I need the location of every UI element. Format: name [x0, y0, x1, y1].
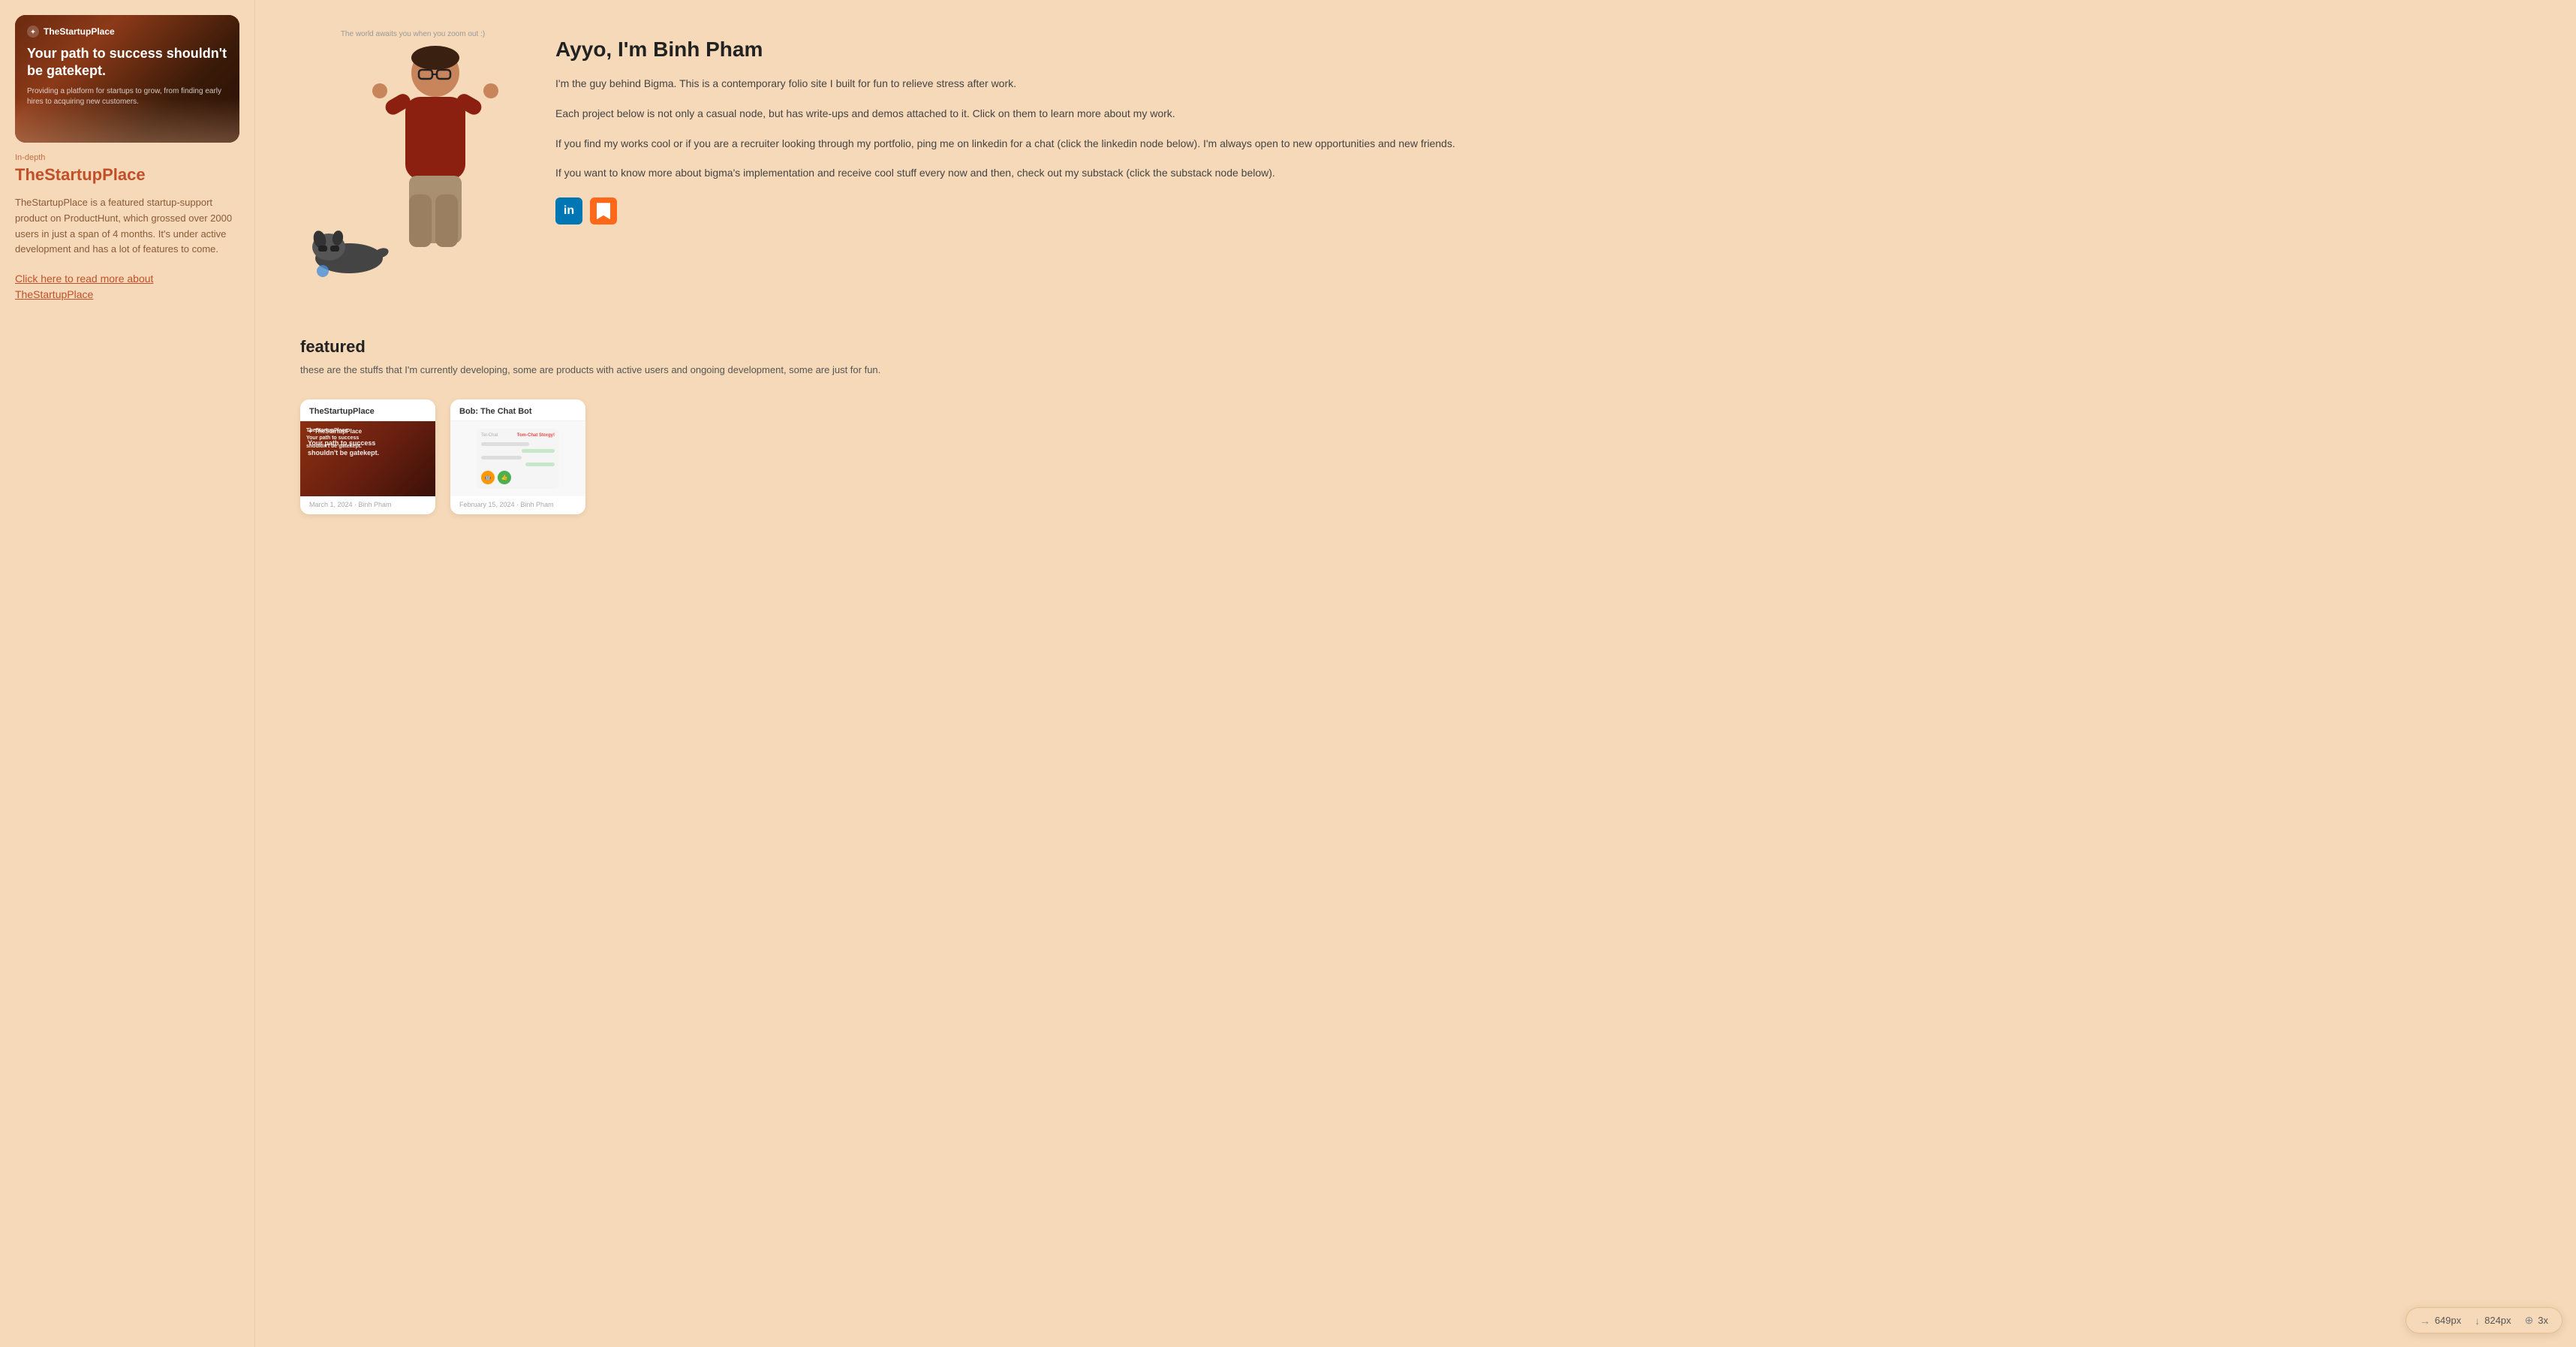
status-y-coordinate: ↓ 824px [2475, 1315, 2511, 1327]
person-figure [368, 44, 503, 270]
hero-text: Ayyo, I'm Binh Pham I'm the guy behind B… [555, 30, 2531, 225]
y-value: 824px [2484, 1315, 2511, 1326]
featured-card-image-bot: Tel-Chat Tom-Chat Storgy! 🤖 👍 [450, 421, 585, 496]
featured-card-meta-1: March 1, 2024 · Binh Pham [300, 496, 435, 514]
x-value: 649px [2435, 1315, 2461, 1326]
substack-icon[interactable] [590, 197, 617, 225]
sidebar-project-title: TheStartupPlace [15, 165, 239, 185]
scene-caption: The world awaits you when you zoom out :… [300, 30, 525, 38]
social-icons: in [555, 197, 2531, 225]
sidebar-featured-card[interactable]: ✦ TheStartupPlace Your path to success s… [15, 15, 239, 143]
zoom-value: 3x [2538, 1315, 2548, 1326]
sidebar-read-more-text[interactable]: Click here to read more about TheStartup… [15, 273, 153, 300]
featured-card-thestartupplace[interactable]: TheStartupPlace ✦ TheStartupPlace Your p… [300, 399, 435, 514]
sidebar-badge: In-depth [15, 153, 239, 162]
sidebar: ✦ TheStartupPlace Your path to success s… [0, 0, 255, 1347]
sidebar-card-logo: ✦ TheStartupPlace [27, 26, 227, 38]
hero-section: The world awaits you when you zoom out :… [300, 30, 2531, 300]
status-zoom: ⊕ 3x [2525, 1314, 2548, 1327]
status-x-coordinate: → 649px [2420, 1315, 2461, 1327]
sidebar-read-more-link[interactable]: Click here to read more about TheStartup… [15, 271, 239, 303]
sidebar-description: TheStartupPlace is a featured startup-su… [15, 195, 239, 258]
sidebar-read-more-link-text[interactable]: TheStartupPlace [15, 288, 93, 300]
status-bar: → 649px ↓ 824px ⊕ 3x [2406, 1307, 2562, 1333]
featured-description: these are the stuffs that I'm currently … [300, 363, 2531, 378]
featured-section: featured these are the stuffs that I'm c… [300, 337, 2531, 514]
featured-card-bob-chatbot[interactable]: Bob: The Chat Bot Tel-Chat Tom-Chat Stor… [450, 399, 585, 514]
arrow-right-icon: → [2420, 1315, 2430, 1327]
linkedin-icon[interactable]: in [555, 197, 582, 225]
main-content: The world awaits you when you zoom out :… [255, 0, 2576, 1347]
sidebar-read-more-prefix: Click here to read more about [15, 273, 153, 285]
featured-card-meta-2: February 15, 2024 · Binh Pham [450, 496, 585, 514]
featured-card-label-1: TheStartupPlace [300, 399, 435, 421]
arrow-down-icon: ↓ [2475, 1315, 2480, 1327]
hero-image-placeholder [300, 44, 503, 300]
zoom-icon: ⊕ [2525, 1314, 2534, 1327]
startup-place-logo-icon: ✦ [27, 26, 39, 38]
hero-paragraph-4: If you want to know more about bigma's i… [555, 164, 2531, 182]
hero-image-area: The world awaits you when you zoom out :… [300, 30, 525, 300]
featured-card-label-2: Bob: The Chat Bot [450, 399, 585, 421]
featured-cards: TheStartupPlace ✦ TheStartupPlace Your p… [300, 399, 2531, 514]
hero-paragraph-2: Each project below is not only a casual … [555, 105, 2531, 123]
sidebar-card-subtitle: Providing a platform for startups to gro… [27, 86, 227, 107]
hero-paragraph-1: I'm the guy behind Bigma. This is a cont… [555, 75, 2531, 93]
featured-card-image-tsp: ✦ TheStartupPlace Your path to successsh… [300, 421, 435, 496]
substack-bookmark-icon [597, 203, 610, 219]
sidebar-card-title: Your path to success shouldn't be gateke… [27, 45, 227, 80]
sidebar-card-logo-text: TheStartupPlace [44, 26, 115, 37]
hero-title: Ayyo, I'm Binh Pham [555, 38, 2531, 62]
featured-title: featured [300, 337, 2531, 357]
hero-paragraph-3: If you find my works cool or if you are … [555, 135, 2531, 153]
